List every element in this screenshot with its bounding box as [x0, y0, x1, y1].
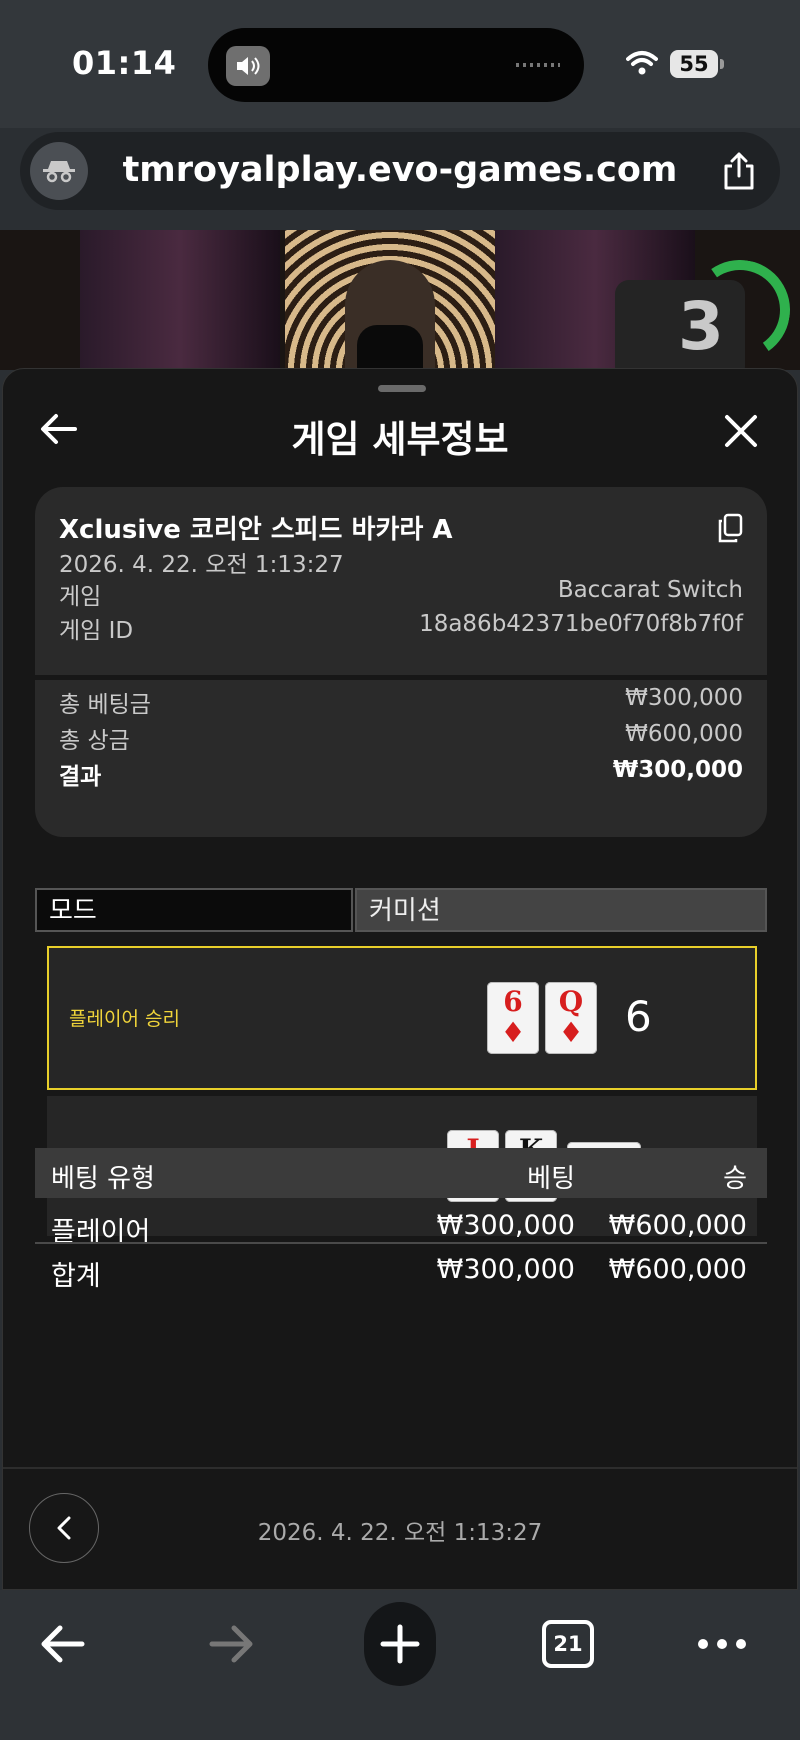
- game-row: 게임 Baccarat Switch: [59, 577, 743, 611]
- total-prize-row: 총 상금 ₩600,000: [59, 721, 743, 755]
- game-datetime: 2026. 4. 22. 오전 1:13:27: [59, 552, 344, 578]
- table-row: 플레이어 ₩300,000 ₩600,000: [35, 1200, 767, 1248]
- win-amount: ₩600,000: [608, 1210, 747, 1241]
- tab-mode[interactable]: 모드: [35, 888, 353, 932]
- game-name: Xclusive 코리안 스피드 바카라 A: [59, 515, 453, 545]
- game-details-sheet: 게임 세부정보 Xclusive 코리안 스피드 바카라 A 2026. 4. …: [2, 368, 798, 1590]
- sheet-handle[interactable]: [378, 385, 426, 392]
- close-icon[interactable]: [723, 413, 759, 449]
- footer-datetime: 2026. 4. 22. 오전 1:13:27: [257, 1520, 543, 1546]
- player-card-1: 6 ♦: [487, 982, 539, 1054]
- total-row: 합계 ₩300,000 ₩600,000: [35, 1244, 767, 1292]
- address-bar[interactable]: tmroyalplay.evo-games.com: [20, 132, 780, 210]
- player-result-label: 플레이어 승리: [69, 1008, 180, 1030]
- back-button[interactable]: [26, 1608, 98, 1680]
- bet-table-header: 베팅 유형 베팅 승: [35, 1148, 767, 1198]
- game-id-row: 게임 ID 18a86b42371be0f70f8b7f0f: [59, 611, 743, 645]
- card-rank: 6: [503, 985, 523, 1018]
- game-id-label: 게임 ID: [59, 618, 134, 644]
- header-win: 승: [723, 1164, 747, 1194]
- total-win: ₩600,000: [608, 1254, 747, 1285]
- back-icon: [41, 1625, 85, 1663]
- total-prize-label: 총 상금: [59, 728, 130, 754]
- game-id-value: 18a86b42371be0f70f8b7f0f: [419, 611, 743, 637]
- diamond-icon: ♦: [500, 1016, 526, 1049]
- row-divider: [35, 1242, 767, 1244]
- card-divider: [35, 675, 767, 680]
- battery-icon: 55: [670, 50, 724, 78]
- live-video: 3: [0, 230, 800, 370]
- game-label: 게임: [59, 584, 102, 610]
- browser-toolbar: 21: [0, 1590, 800, 1740]
- new-tab-button[interactable]: [364, 1602, 436, 1686]
- forward-icon: [209, 1625, 253, 1663]
- more-icon: [698, 1639, 746, 1649]
- url-text[interactable]: tmroyalplay.evo-games.com: [20, 150, 780, 190]
- copy-icon[interactable]: [717, 513, 743, 543]
- bet-amount: ₩300,000: [436, 1210, 575, 1241]
- diamond-icon: ♦: [558, 1016, 584, 1049]
- countdown-number: 3: [678, 288, 724, 365]
- dynamic-island: [208, 28, 584, 102]
- speaker-icon: [226, 46, 270, 86]
- dealer-mask: [357, 325, 423, 370]
- curtain-left: [80, 230, 280, 370]
- share-icon[interactable]: [716, 148, 762, 194]
- game-value: Baccarat Switch: [557, 577, 743, 603]
- total-bet: ₩300,000: [436, 1254, 575, 1285]
- more-button[interactable]: [686, 1608, 758, 1680]
- clock: 01:14: [72, 44, 177, 82]
- wifi-icon: [626, 50, 658, 80]
- total-bet-row: 총 베팅금 ₩300,000: [59, 685, 743, 719]
- header-bet: 베팅: [527, 1164, 575, 1194]
- player-score: 6: [625, 992, 652, 1041]
- card-rank: Q: [558, 985, 584, 1018]
- total-bet-label: 총 베팅금: [59, 692, 151, 718]
- sheet-footer: 2026. 4. 22. 오전 1:13:27: [3, 1467, 797, 1593]
- total-prize-value: ₩600,000: [625, 721, 743, 747]
- audio-wave-icon: [516, 63, 560, 67]
- player-card-2: Q ♦: [545, 982, 597, 1054]
- total-label: 합계: [51, 1261, 101, 1292]
- result-row: 결과 ₩300,000: [59, 757, 743, 791]
- plus-icon: [380, 1624, 420, 1664]
- result-value: ₩300,000: [612, 757, 743, 783]
- mode-tabs: 모드 커미션: [35, 888, 767, 932]
- tabs-count[interactable]: 21: [542, 1620, 594, 1668]
- sheet-title: 게임 세부정보: [291, 418, 509, 461]
- status-bar: 01:14 55: [0, 0, 800, 128]
- game-info-card: Xclusive 코리안 스피드 바카라 A 2026. 4. 22. 오전 1…: [35, 487, 767, 837]
- total-bet-value: ₩300,000: [625, 685, 743, 711]
- tab-commission[interactable]: 커미션: [355, 888, 767, 932]
- result-label: 결과: [59, 764, 102, 790]
- player-result: 플레이어 승리 6 ♦ Q ♦ 6: [47, 946, 757, 1090]
- tabs-button[interactable]: 21: [532, 1608, 604, 1680]
- header-bet-type: 베팅 유형: [51, 1164, 155, 1194]
- forward-button[interactable]: [196, 1608, 268, 1680]
